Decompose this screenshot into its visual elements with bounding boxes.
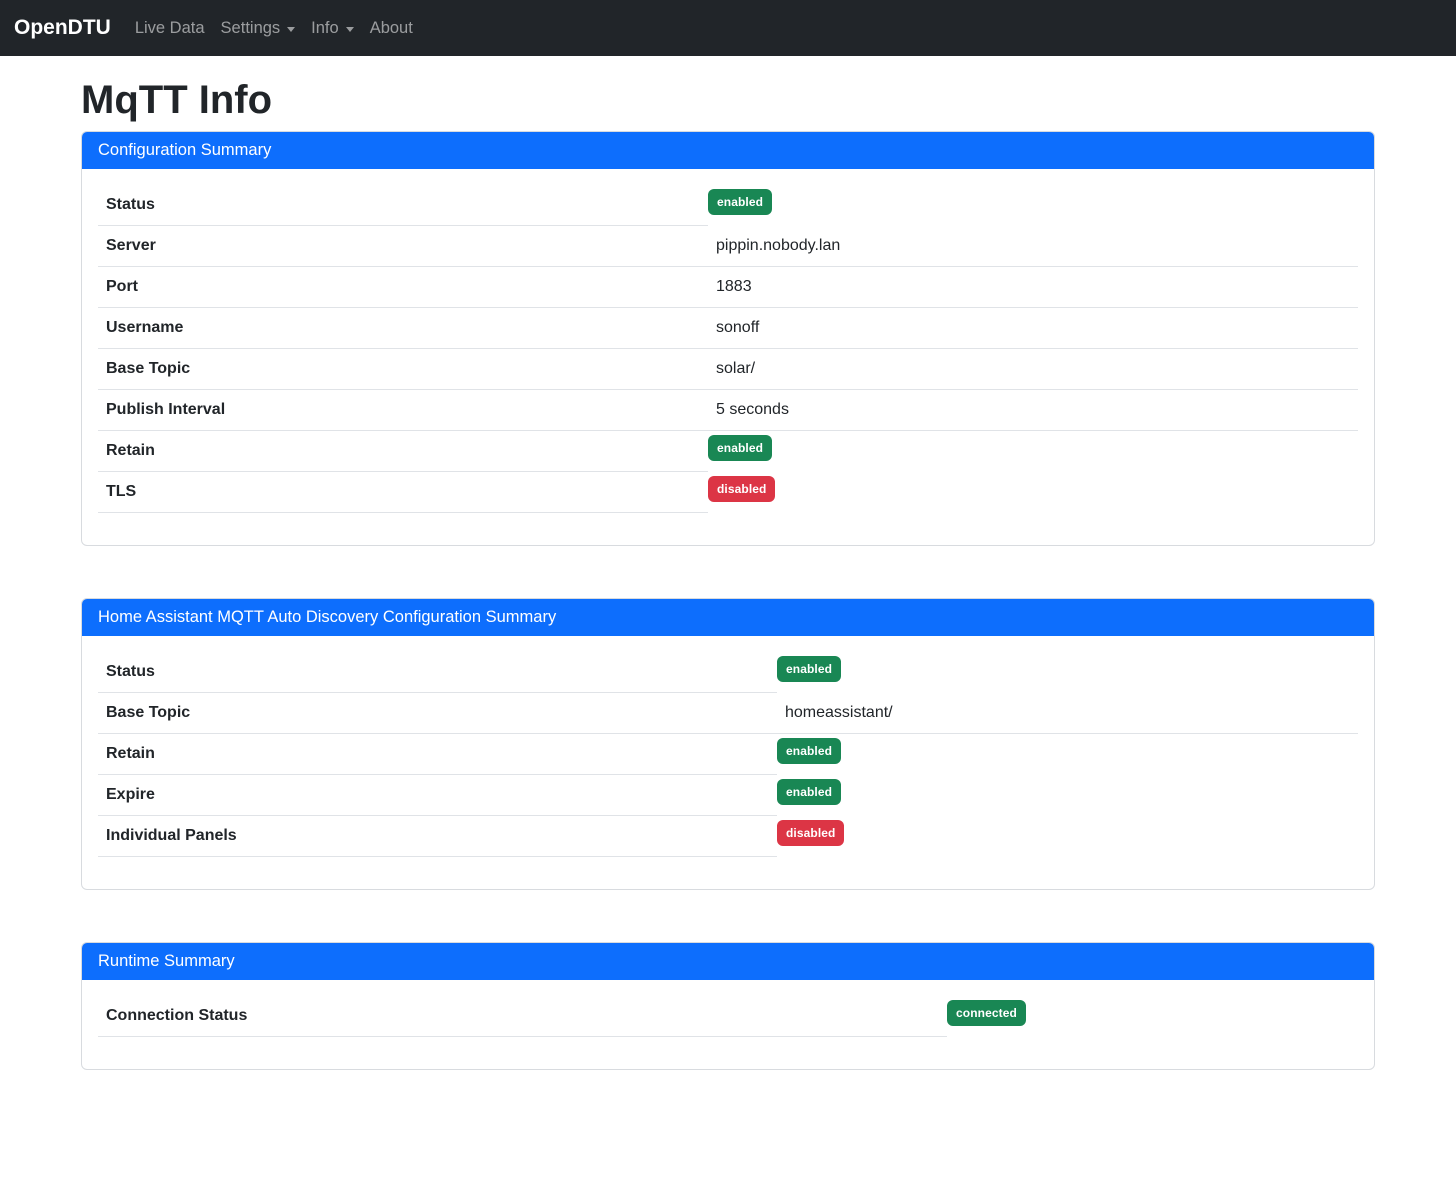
row-value: pippin.nobody.lan: [708, 226, 1358, 267]
table-row: Retain enabled: [98, 734, 1358, 775]
row-value: enabled: [708, 431, 1358, 472]
navbar: OpenDTU Live Data Settings Info About: [0, 0, 1456, 56]
row-label: Individual Panels: [98, 816, 777, 857]
nav-item-about[interactable]: About: [362, 11, 421, 46]
card-header: Home Assistant MQTT Auto Discovery Confi…: [82, 599, 1374, 636]
nav-links: Live Data Settings Info About: [127, 11, 421, 46]
nav-item-label: Info: [311, 19, 339, 38]
row-label: Publish Interval: [98, 390, 708, 431]
row-value: 1883: [708, 267, 1358, 308]
row-label: Base Topic: [98, 349, 708, 390]
row-label: Connection Status: [98, 996, 947, 1037]
card-configuration-summary: Configuration Summary Status enabled Ser…: [81, 131, 1375, 546]
nav-item-label: About: [370, 19, 413, 38]
table-row: Server pippin.nobody.lan: [98, 226, 1358, 267]
card-body: Connection Status connected: [82, 980, 1374, 1069]
chevron-down-icon: [346, 27, 354, 32]
status-badge: disabled: [708, 476, 775, 502]
brand-opendtu[interactable]: OpenDTU: [14, 16, 111, 40]
runtime-table: Connection Status connected: [98, 996, 1358, 1037]
table-row: Expire enabled: [98, 775, 1358, 816]
table-row: Base Topic homeassistant/: [98, 693, 1358, 734]
nav-item-live-data[interactable]: Live Data: [127, 11, 213, 46]
main-content: MqTT Info Configuration Summary Status e…: [81, 76, 1375, 1070]
card-header: Runtime Summary: [82, 943, 1374, 980]
nav-item-label: Settings: [221, 19, 281, 38]
row-value: solar/: [708, 349, 1358, 390]
page-title: MqTT Info: [81, 76, 1375, 124]
table-row: Base Topic solar/: [98, 349, 1358, 390]
row-label: Base Topic: [98, 693, 777, 734]
card-header: Configuration Summary: [82, 132, 1374, 169]
table-row: Port 1883: [98, 267, 1358, 308]
row-label: Username: [98, 308, 708, 349]
row-value: connected: [947, 996, 1358, 1037]
row-label: Status: [98, 185, 708, 226]
table-row: TLS disabled: [98, 472, 1358, 513]
table-row: Username sonoff: [98, 308, 1358, 349]
row-value: disabled: [708, 472, 1358, 513]
row-label: Expire: [98, 775, 777, 816]
row-value: enabled: [708, 185, 1358, 226]
row-label: Status: [98, 652, 777, 693]
status-badge: enabled: [708, 189, 772, 215]
table-row: Individual Panels disabled: [98, 816, 1358, 857]
nav-item-info[interactable]: Info: [303, 11, 362, 46]
row-label: Retain: [98, 734, 777, 775]
status-badge: enabled: [777, 779, 841, 805]
config-table: Status enabled Server pippin.nobody.lan …: [98, 185, 1358, 513]
row-value: homeassistant/: [777, 693, 1358, 734]
card-hass-discovery-summary: Home Assistant MQTT Auto Discovery Confi…: [81, 598, 1375, 890]
nav-item-settings[interactable]: Settings: [213, 11, 304, 46]
row-value: enabled: [777, 652, 1358, 693]
card-body: Status enabled Base Topic homeassistant/…: [82, 636, 1374, 889]
status-badge: connected: [947, 1000, 1026, 1026]
nav-item-label: Live Data: [135, 19, 205, 38]
row-label: TLS: [98, 472, 708, 513]
table-row: Status enabled: [98, 652, 1358, 693]
chevron-down-icon: [287, 27, 295, 32]
status-badge: enabled: [708, 435, 772, 461]
status-badge: enabled: [777, 738, 841, 764]
table-row: Connection Status connected: [98, 996, 1358, 1037]
card-body: Status enabled Server pippin.nobody.lan …: [82, 169, 1374, 545]
card-runtime-summary: Runtime Summary Connection Status connec…: [81, 942, 1375, 1070]
row-label: Retain: [98, 431, 708, 472]
row-value: sonoff: [708, 308, 1358, 349]
hass-table: Status enabled Base Topic homeassistant/…: [98, 652, 1358, 857]
row-label: Server: [98, 226, 708, 267]
row-value: enabled: [777, 775, 1358, 816]
row-label: Port: [98, 267, 708, 308]
row-value: 5 seconds: [708, 390, 1358, 431]
table-row: Status enabled: [98, 185, 1358, 226]
row-value: enabled: [777, 734, 1358, 775]
table-row: Retain enabled: [98, 431, 1358, 472]
row-value: disabled: [777, 816, 1358, 857]
status-badge: disabled: [777, 820, 844, 846]
table-row: Publish Interval 5 seconds: [98, 390, 1358, 431]
status-badge: enabled: [777, 656, 841, 682]
